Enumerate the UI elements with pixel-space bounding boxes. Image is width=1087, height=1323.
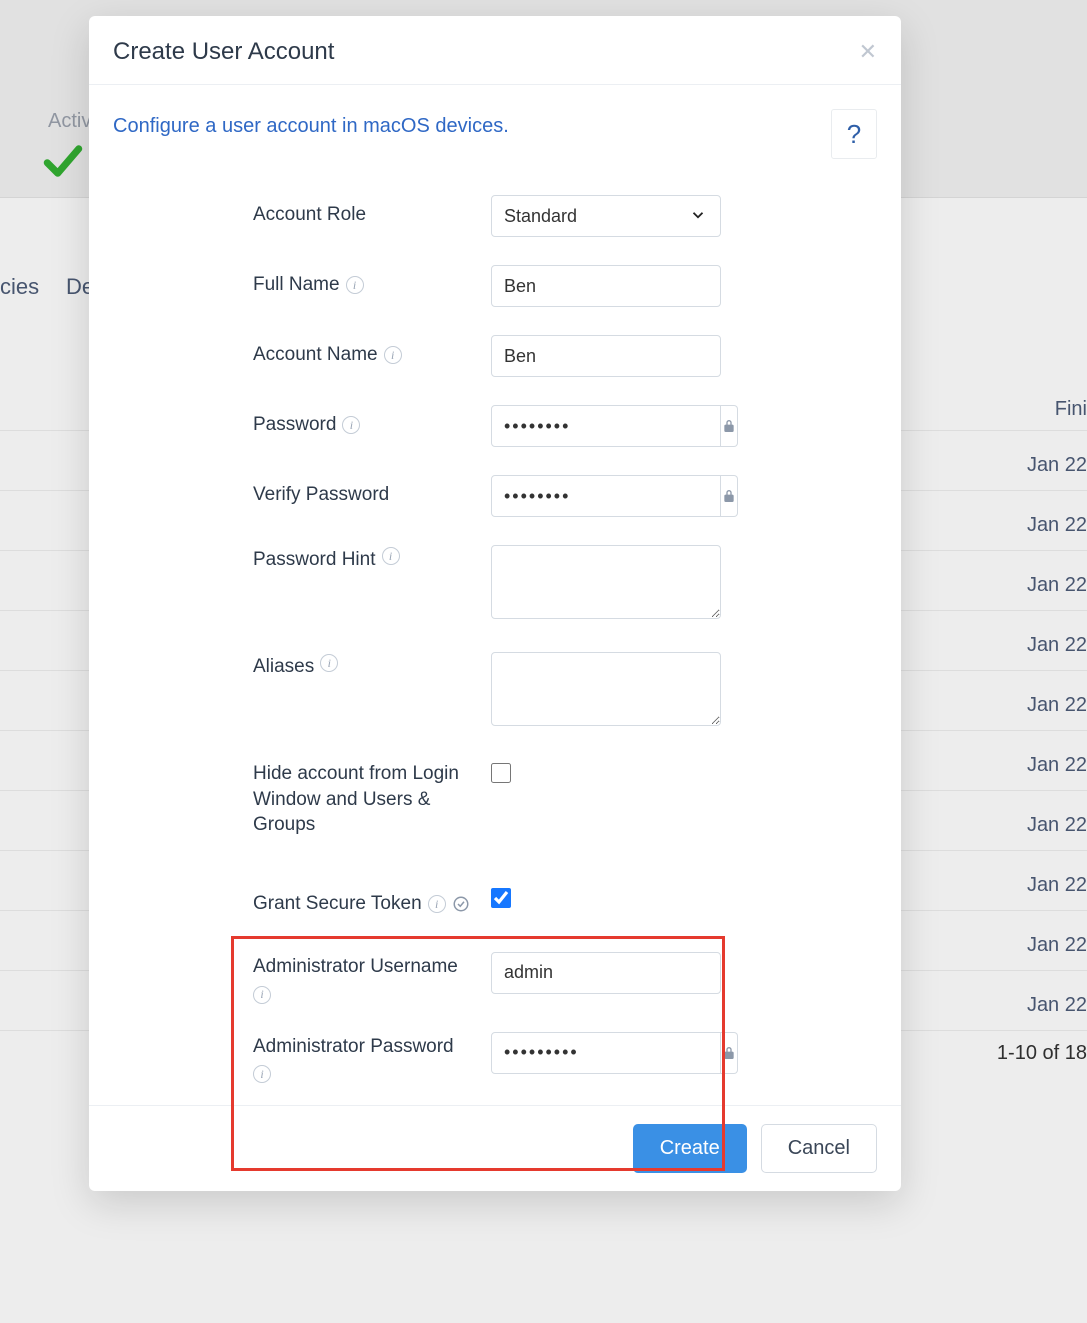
modal-header: Create User Account ✕: [89, 16, 901, 85]
admin-username-label: Administrator Username: [253, 954, 458, 980]
modal-subtitle: Configure a user account in macOS device…: [113, 115, 509, 138]
lock-icon[interactable]: [721, 1032, 738, 1074]
account-name-input[interactable]: [491, 335, 721, 377]
admin-password-input[interactable]: [491, 1032, 721, 1074]
password-label: Password: [253, 412, 336, 438]
admin-password-label: Administrator Password: [253, 1034, 454, 1060]
info-icon[interactable]: i: [342, 416, 360, 434]
info-icon[interactable]: i: [428, 895, 446, 913]
password-hint-textarea[interactable]: [491, 545, 721, 619]
modal-title: Create User Account: [113, 38, 334, 66]
info-icon[interactable]: i: [253, 986, 271, 1004]
account-role-select[interactable]: Standard: [491, 195, 721, 237]
modal-footer: Create Cancel: [89, 1105, 901, 1195]
admin-username-input[interactable]: [491, 952, 721, 994]
info-icon[interactable]: i: [253, 1065, 271, 1083]
form: Account Role Standard Full Na: [113, 195, 877, 1083]
aliases-label: Aliases: [253, 654, 314, 680]
modal-body: Configure a user account in macOS device…: [89, 85, 901, 1105]
verify-password-input[interactable]: [491, 475, 721, 517]
info-icon[interactable]: i: [320, 654, 338, 672]
hide-account-checkbox[interactable]: [491, 763, 511, 783]
lock-icon[interactable]: [721, 405, 738, 447]
lock-icon[interactable]: [721, 475, 738, 517]
info-icon[interactable]: i: [346, 276, 364, 294]
verify-password-label: Verify Password: [253, 482, 389, 508]
help-button[interactable]: ?: [831, 109, 877, 159]
grant-secure-token-checkbox[interactable]: [491, 888, 511, 908]
info-icon[interactable]: i: [382, 547, 400, 565]
info-icon[interactable]: i: [384, 346, 402, 364]
password-hint-label: Password Hint: [253, 547, 376, 573]
full-name-label: Full Name: [253, 272, 340, 298]
checklist-icon: [452, 895, 470, 913]
close-icon[interactable]: ✕: [859, 39, 877, 65]
password-input[interactable]: [491, 405, 721, 447]
account-role-label: Account Role: [253, 202, 366, 228]
hide-account-label: Hide account from Login Window and Users…: [253, 761, 471, 838]
account-name-label: Account Name: [253, 342, 378, 368]
create-button[interactable]: Create: [633, 1124, 747, 1173]
cancel-button[interactable]: Cancel: [761, 1124, 877, 1173]
create-user-account-modal: Create User Account ✕ Configure a user a…: [89, 16, 901, 1191]
full-name-input[interactable]: [491, 265, 721, 307]
grant-secure-token-label: Grant Secure Token: [253, 891, 422, 917]
aliases-textarea[interactable]: [491, 652, 721, 726]
